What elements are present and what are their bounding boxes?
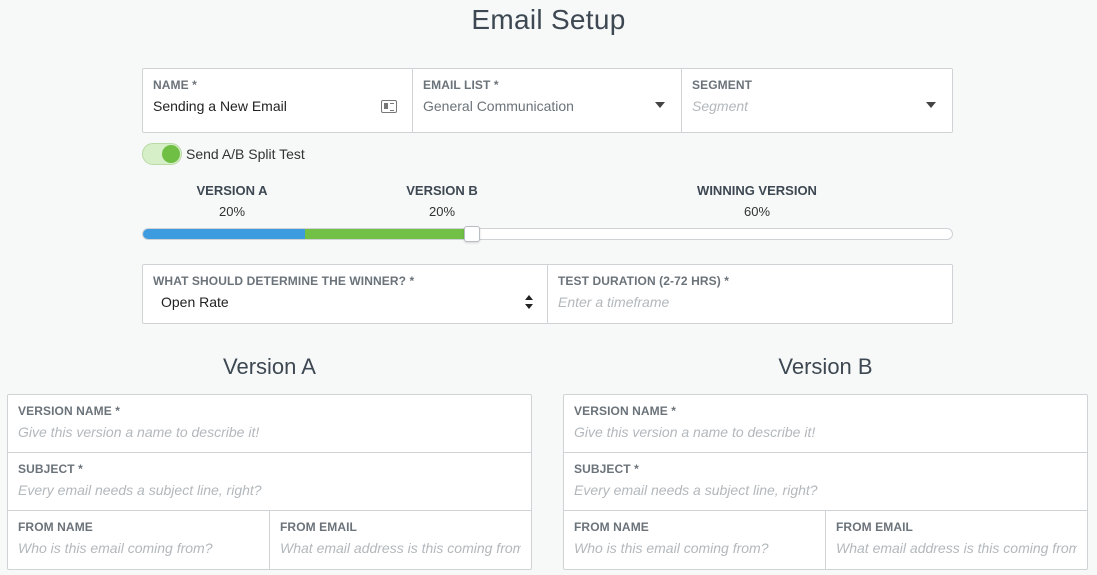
email-list-label: EMAIL LIST *: [423, 78, 499, 92]
version-a-segment: [143, 229, 305, 239]
determine-winner-select[interactable]: WHAT SHOULD DETERMINE THE WINNER? * Open…: [143, 265, 548, 323]
version-a-name-input[interactable]: [18, 424, 521, 440]
version-a-from-email-field[interactable]: FROM EMAIL: [270, 511, 531, 569]
version-b-from-name-field[interactable]: FROM NAME: [564, 511, 826, 569]
winning-version-label: WINNING VERSION: [697, 183, 817, 198]
subject-label: SUBJECT *: [574, 462, 639, 476]
version-name-label: VERSION NAME *: [574, 404, 677, 418]
winning-version-percent: 60%: [743, 204, 771, 219]
email-list-value: General Communication: [423, 98, 574, 114]
determine-winner-label: WHAT SHOULD DETERMINE THE WINNER? *: [153, 274, 415, 288]
version-a-from-email-input[interactable]: [280, 540, 521, 556]
version-a-subject-field[interactable]: SUBJECT *: [8, 453, 531, 510]
email-list-select[interactable]: EMAIL LIST * General Communication: [413, 69, 682, 132]
version-a-split: VERSION A 20%: [172, 183, 292, 219]
split-slider-handle[interactable]: [464, 226, 481, 242]
subject-label: SUBJECT *: [18, 462, 83, 476]
from-email-label: FROM EMAIL: [836, 520, 913, 534]
segment-placeholder: Segment: [692, 98, 749, 114]
version-a-percent: 20%: [218, 204, 246, 219]
winner-criteria-row: WHAT SHOULD DETERMINE THE WINNER? * Open…: [142, 264, 953, 324]
page-title: Email Setup: [471, 4, 626, 35]
name-label: NAME *: [153, 78, 197, 92]
version-b-name-field[interactable]: VERSION NAME *: [564, 395, 1087, 452]
chevron-down-icon: [655, 102, 665, 108]
chevron-down-icon: [926, 102, 936, 108]
version-b-subject-input[interactable]: [574, 482, 1077, 498]
version-b-from-email-input[interactable]: [836, 540, 1077, 556]
version-b-split: VERSION B 20%: [382, 183, 502, 219]
test-duration-input[interactable]: [558, 294, 942, 310]
segment-select[interactable]: SEGMENT Segment: [682, 69, 952, 132]
name-field[interactable]: NAME *: [143, 69, 413, 132]
version-b-subject-field[interactable]: SUBJECT *: [564, 453, 1087, 510]
contact-card-icon: [381, 100, 397, 113]
version-b-split-label: VERSION B: [406, 183, 478, 198]
toggle-switch[interactable]: [142, 143, 182, 165]
email-details-row: NAME * EMAIL LIST * General Communicatio…: [142, 68, 953, 133]
version-a-split-label: VERSION A: [196, 183, 268, 198]
version-a-title: Version A: [223, 354, 316, 379]
ab-split-toggle[interactable]: Send A/B Split Test: [142, 143, 305, 165]
split-slider-track[interactable]: [142, 228, 953, 240]
version-b-from-name-input[interactable]: [574, 540, 815, 556]
test-duration-field[interactable]: TEST DURATION (2-72 HRS) *: [548, 265, 952, 323]
version-b-form: VERSION NAME * SUBJECT * FROM NAME FROM …: [563, 394, 1088, 570]
version-a-form: VERSION NAME * SUBJECT * FROM NAME FROM …: [7, 394, 532, 570]
version-a-from-name-field[interactable]: FROM NAME: [8, 511, 270, 569]
toggle-knob: [162, 145, 180, 163]
version-b-percent: 20%: [428, 204, 456, 219]
version-b-segment: [304, 229, 467, 239]
from-name-label: FROM NAME: [18, 520, 93, 534]
select-arrows-icon: [525, 295, 533, 309]
version-b-from-email-field[interactable]: FROM EMAIL: [826, 511, 1087, 569]
version-a-subject-input[interactable]: [18, 482, 521, 498]
version-a-name-field[interactable]: VERSION NAME *: [8, 395, 531, 452]
winning-version-split: WINNING VERSION 60%: [682, 183, 832, 219]
segment-label: SEGMENT: [692, 78, 753, 92]
test-duration-label: TEST DURATION (2-72 HRS) *: [558, 274, 730, 288]
name-input[interactable]: [153, 98, 402, 114]
from-email-label: FROM EMAIL: [280, 520, 357, 534]
version-name-label: VERSION NAME *: [18, 404, 121, 418]
version-b-title: Version B: [778, 354, 873, 379]
ab-split-label: Send A/B Split Test: [186, 146, 305, 162]
version-b-name-input[interactable]: [574, 424, 1077, 440]
version-a-from-name-input[interactable]: [18, 540, 259, 556]
from-name-label: FROM NAME: [574, 520, 649, 534]
determine-winner-value: Open Rate: [161, 294, 229, 310]
